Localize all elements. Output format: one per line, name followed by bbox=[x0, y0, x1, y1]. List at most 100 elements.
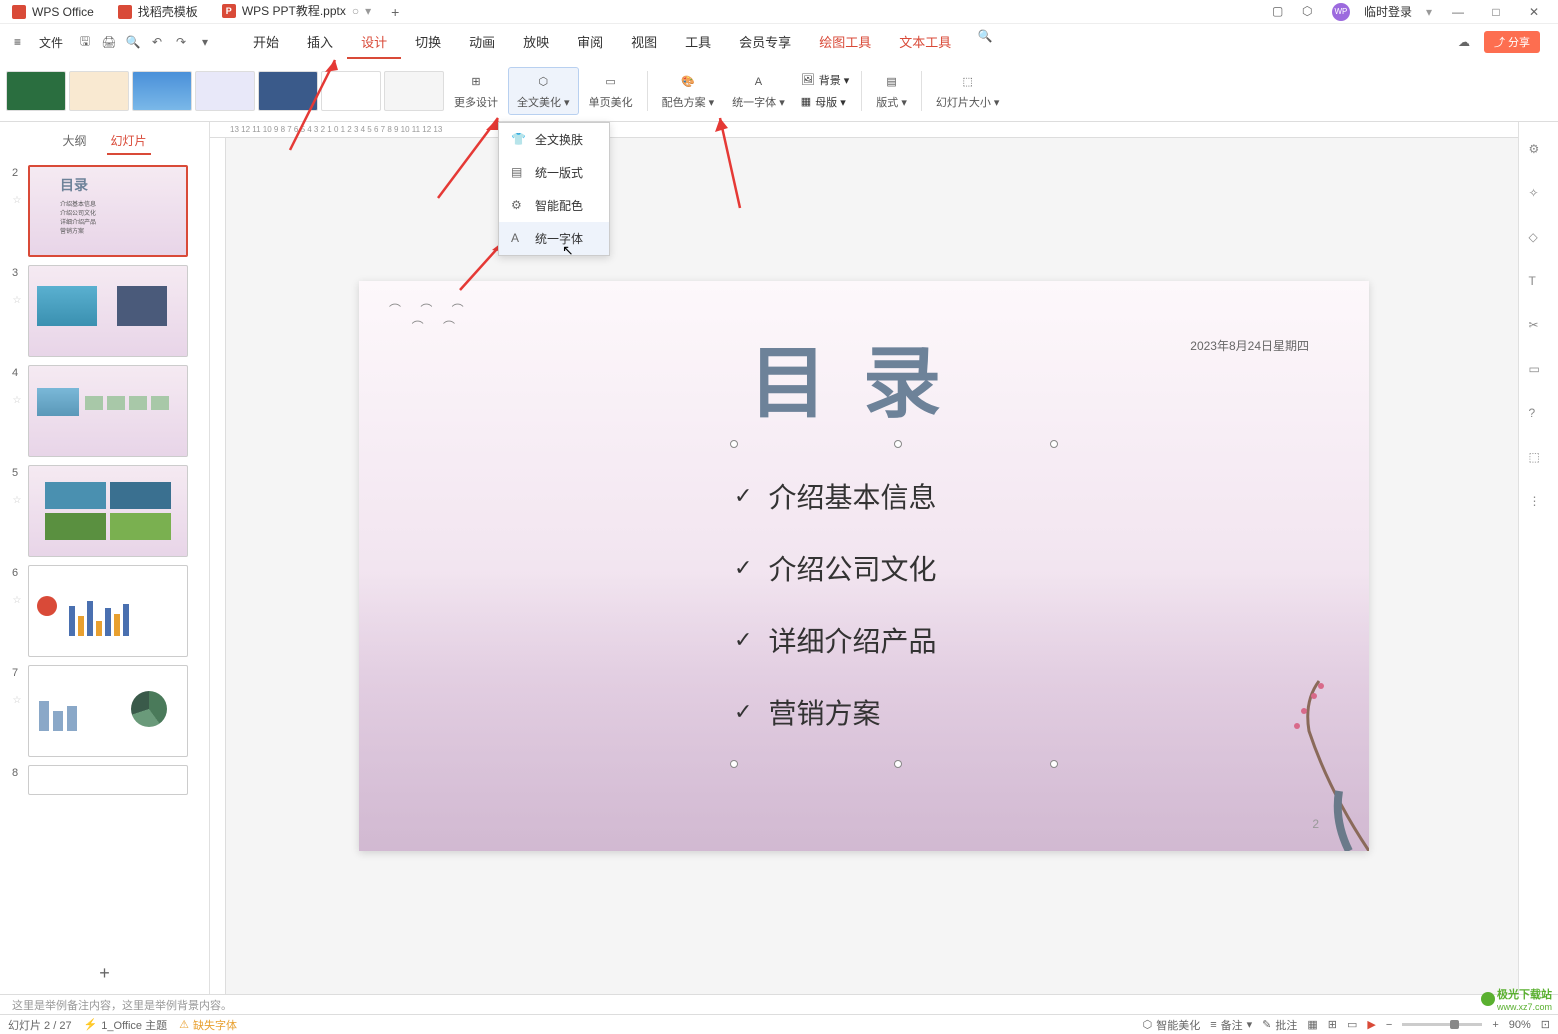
thumbnails-list[interactable]: 2 ☆ 目录 介绍基本信息 介绍公司文化 详细介绍产品 营销方案 3 bbox=[0, 161, 209, 953]
save-icon[interactable]: 🖫 bbox=[75, 32, 95, 52]
theme-info[interactable]: ⚡ 1_Office 主题 bbox=[84, 1017, 168, 1033]
notes-toggle[interactable]: ≡ 备注 ▾ bbox=[1210, 1017, 1252, 1033]
tab-slideshow[interactable]: 放映 bbox=[509, 26, 563, 59]
tab-animation[interactable]: 动画 bbox=[455, 26, 509, 59]
view-reading-icon[interactable]: ▭ bbox=[1347, 1018, 1357, 1031]
selection-handle[interactable] bbox=[1050, 760, 1058, 768]
package-icon[interactable]: ⬚ bbox=[1529, 450, 1549, 470]
more-icon[interactable]: ⋮ bbox=[1529, 494, 1549, 514]
preview-icon[interactable]: 🔍 bbox=[123, 32, 143, 52]
tab-text-tools[interactable]: 文本工具 bbox=[885, 26, 965, 59]
slide-counter[interactable]: 幻灯片 2 / 27 bbox=[8, 1017, 72, 1033]
view-sorter-icon[interactable]: ⊞ bbox=[1328, 1018, 1337, 1031]
qat-dropdown-icon[interactable]: ▾ bbox=[195, 32, 215, 52]
add-slide-button[interactable]: + bbox=[0, 953, 209, 994]
single-beautify-button[interactable]: ▭ 单页美化 bbox=[581, 68, 641, 114]
book-icon[interactable]: ▭ bbox=[1529, 362, 1549, 382]
text-icon[interactable]: T bbox=[1529, 274, 1549, 294]
selection-handle[interactable] bbox=[1050, 440, 1058, 448]
master-button[interactable]: ▦ 母版 ▾ bbox=[795, 92, 856, 112]
tab-drawing-tools[interactable]: 绘图工具 bbox=[805, 26, 885, 59]
selection-handle[interactable] bbox=[730, 440, 738, 448]
dropdown-item-color[interactable]: ⚙ 智能配色 bbox=[499, 189, 609, 222]
content-item[interactable]: ✓营销方案 bbox=[734, 692, 1054, 732]
slide-thumbnail[interactable] bbox=[28, 465, 188, 557]
view-normal-icon[interactable]: ▦ bbox=[1307, 1018, 1317, 1031]
reading-mode-icon[interactable]: ▢ bbox=[1272, 4, 1288, 20]
star-icon[interactable]: ☆ bbox=[13, 495, 22, 506]
view-slideshow-icon[interactable]: ▶ bbox=[1367, 1018, 1375, 1031]
dropdown-item-reskin[interactable]: 👕 全文换肤 bbox=[499, 123, 609, 156]
login-dropdown-icon[interactable]: ▾ bbox=[1426, 5, 1432, 19]
dropdown-item-font[interactable]: A 统一字体 bbox=[499, 222, 609, 255]
zoom-level[interactable]: 90% bbox=[1509, 1019, 1531, 1031]
new-tab-button[interactable]: + bbox=[383, 4, 407, 20]
theme-thumbnail[interactable] bbox=[132, 71, 192, 111]
content-item[interactable]: ✓介绍公司文化 bbox=[734, 548, 1054, 588]
tab-wps-office[interactable]: WPS Office bbox=[0, 0, 106, 23]
smart-beautify-button[interactable]: ⬡ 智能美化 bbox=[1143, 1017, 1201, 1033]
dropdown-item-layout[interactable]: ▤ 统一版式 bbox=[499, 156, 609, 189]
slide-thumbnail[interactable] bbox=[28, 365, 188, 457]
share-button[interactable]: ⤴ 分享 bbox=[1484, 31, 1540, 53]
slide-size-button[interactable]: ⬚ 幻灯片大小 ▾ bbox=[928, 68, 1008, 114]
selection-handle[interactable] bbox=[894, 440, 902, 448]
redo-icon[interactable]: ↷ bbox=[171, 32, 191, 52]
star-icon[interactable]: ☆ bbox=[13, 195, 22, 206]
zoom-slider[interactable] bbox=[1402, 1023, 1482, 1026]
selection-handle[interactable] bbox=[894, 760, 902, 768]
star-icon[interactable]: ☆ bbox=[13, 295, 22, 306]
selection-handle[interactable] bbox=[730, 760, 738, 768]
slide-title[interactable]: 目录 bbox=[749, 321, 977, 433]
more-design-button[interactable]: ⊞ 更多设计 bbox=[446, 68, 506, 114]
color-scheme-button[interactable]: 🎨 配色方案 ▾ bbox=[654, 68, 723, 114]
tab-docer-templates[interactable]: 找稻壳模板 bbox=[106, 0, 210, 23]
zoom-in-button[interactable]: + bbox=[1492, 1019, 1498, 1031]
content-item[interactable]: ✓详细介绍产品 bbox=[734, 620, 1054, 660]
theme-thumbnail[interactable] bbox=[6, 71, 66, 111]
maximize-button[interactable]: □ bbox=[1484, 5, 1508, 19]
background-button[interactable]: 🖼 背景 ▾ bbox=[795, 70, 856, 90]
tab-view[interactable]: 视图 bbox=[617, 26, 671, 59]
search-icon[interactable]: 🔍 bbox=[975, 26, 995, 46]
undo-icon[interactable]: ↶ bbox=[147, 32, 167, 52]
tab-member[interactable]: 会员专享 bbox=[725, 26, 805, 59]
slide-thumbnail[interactable] bbox=[28, 265, 188, 357]
tab-review[interactable]: 审阅 bbox=[563, 26, 617, 59]
theme-thumbnail[interactable] bbox=[321, 71, 381, 111]
slide-thumbnail[interactable] bbox=[28, 765, 188, 795]
theme-thumbnail[interactable] bbox=[258, 71, 318, 111]
close-button[interactable]: ✕ bbox=[1522, 5, 1546, 19]
content-item[interactable]: ✓介绍基本信息 bbox=[734, 476, 1054, 516]
star-icon[interactable]: ☆ bbox=[13, 695, 22, 706]
shapes-icon[interactable]: ◇ bbox=[1529, 230, 1549, 250]
login-label[interactable]: 临时登录 bbox=[1364, 3, 1412, 20]
content-text-box[interactable]: ✓介绍基本信息 ✓介绍公司文化 ✓详细介绍产品 ✓营销方案 bbox=[734, 444, 1054, 764]
tab-insert[interactable]: 插入 bbox=[293, 26, 347, 59]
comments-toggle[interactable]: ✎ 批注 bbox=[1262, 1017, 1297, 1033]
tab-design[interactable]: 设计 bbox=[347, 26, 401, 59]
tools-icon[interactable]: ✂ bbox=[1529, 318, 1549, 338]
star-icon[interactable]: ☆ bbox=[13, 595, 22, 606]
star-icon[interactable]: ☆ bbox=[13, 395, 22, 406]
star-icon[interactable]: ✧ bbox=[1529, 186, 1549, 206]
format-button[interactable]: ▤ 版式 ▾ bbox=[868, 68, 915, 114]
tab-current-file[interactable]: P WPS PPT教程.pptx ○ ▾ bbox=[210, 0, 383, 23]
zoom-out-button[interactable]: − bbox=[1386, 1019, 1392, 1031]
horizontal-ruler[interactable]: 13 12 11 10 9 8 7 6 5 4 3 2 1 0 1 2 3 4 … bbox=[210, 122, 1518, 138]
tab-tools[interactable]: 工具 bbox=[671, 26, 725, 59]
user-avatar[interactable]: WP bbox=[1332, 3, 1350, 21]
slide-canvas[interactable]: ⌒ ⌒ ⌒ ⌒ ⌒ 2023年8月24日星期四 目录 ✓介绍基本信息 ✓介绍公司… bbox=[359, 281, 1369, 851]
tab-menu-icon[interactable]: ▾ bbox=[365, 4, 371, 18]
missing-font-warning[interactable]: ⚠ 缺失字体 bbox=[179, 1017, 237, 1033]
notes-bar[interactable]: 这里是举例备注内容，这里是举例背景内容。 bbox=[0, 994, 1558, 1014]
theme-thumbnail[interactable] bbox=[69, 71, 129, 111]
zoom-slider-thumb[interactable] bbox=[1450, 1020, 1459, 1029]
theme-thumbnail[interactable] bbox=[384, 71, 444, 111]
tab-home[interactable]: 开始 bbox=[239, 26, 293, 59]
slide-thumbnail[interactable] bbox=[28, 665, 188, 757]
slide-thumbnail[interactable]: 目录 介绍基本信息 介绍公司文化 详细介绍产品 营销方案 bbox=[28, 165, 188, 257]
fit-button[interactable]: ⊡ bbox=[1541, 1018, 1550, 1031]
cube-icon[interactable]: ⬡ bbox=[1302, 4, 1318, 20]
full-beautify-button[interactable]: ⬡ 全文美化 ▾ bbox=[508, 67, 579, 115]
